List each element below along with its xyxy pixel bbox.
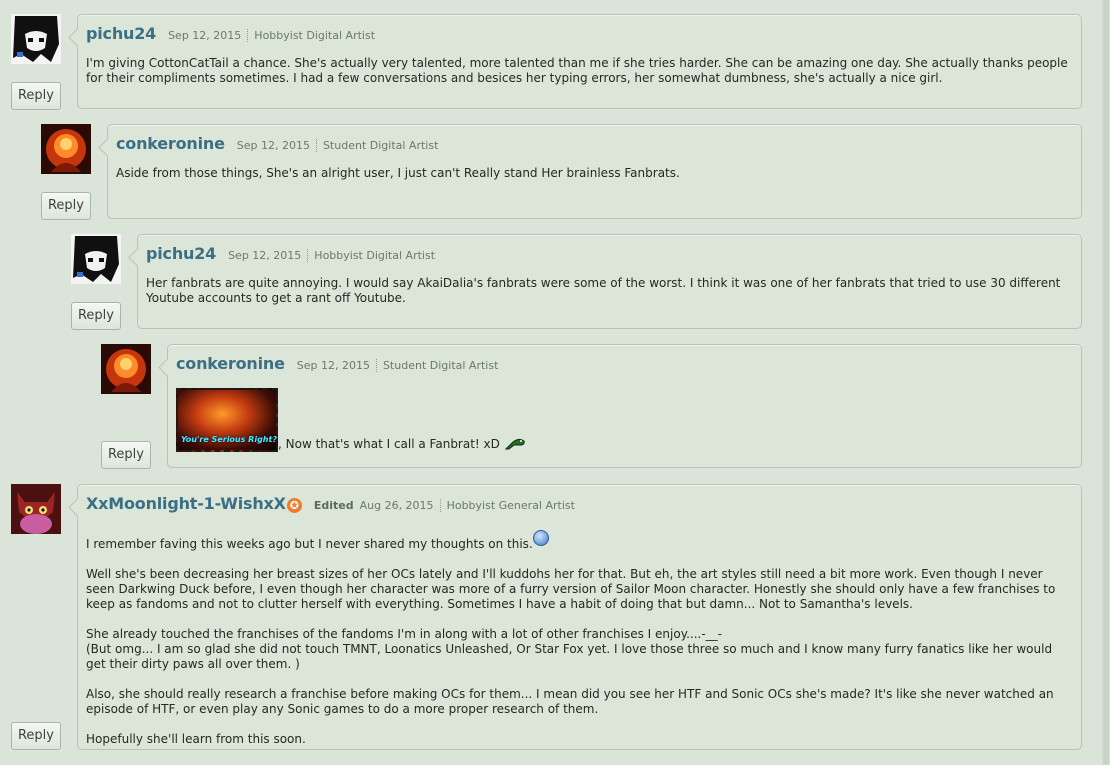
user-role: Hobbyist Digital Artist (307, 249, 435, 262)
emoticon-icon (532, 530, 549, 546)
scrollbar-thumb[interactable] (1103, 0, 1109, 765)
premium-badge-icon: ✪ (286, 498, 302, 513)
username-link[interactable]: pichu24 (146, 244, 216, 263)
comment-thread-item: Reply conkeronine Sep 12, 2015 Student D… (41, 124, 1082, 220)
comment-bubble: XxMoonlight-1-WishxX ✪ Edited Aug 26, 20… (77, 484, 1082, 750)
user-avatar[interactable] (101, 344, 151, 394)
page-scrollbar[interactable] (1102, 0, 1110, 765)
comment-thread-item: Reply XxMoonlight-1-WishxX ✪ Edited Aug … (11, 484, 1082, 752)
comment-date[interactable]: Sep 12, 2015 (297, 359, 370, 372)
comment-bubble: conkeronine Sep 12, 2015 Student Digital… (167, 344, 1082, 468)
comment-paragraph: I remember faving this weeks ago but I n… (86, 530, 1073, 552)
comment-paragraph: Also, she should really research a franc… (86, 687, 1054, 716)
edited-label: Edited (313, 499, 354, 512)
comment-paragraph: Hopefully she'll learn from this soon. (86, 732, 306, 746)
username-link[interactable]: XxMoonlight-1-WishxX (86, 494, 286, 513)
reply-button[interactable]: Reply (41, 192, 91, 220)
user-role: Hobbyist General Artist (439, 499, 575, 512)
comment-date[interactable]: Sep 12, 2015 (168, 29, 241, 42)
comment-body: I remember faving this weeks ago but I n… (86, 530, 1073, 747)
comment-body: Aside from those things, She's an alrigh… (116, 166, 1073, 181)
comment-text: , Now that's what I call a Fanbrat! xD (278, 437, 500, 451)
user-avatar[interactable] (71, 234, 121, 284)
username-link[interactable]: conkeronine (116, 134, 225, 153)
comment-bubble: conkeronine Sep 12, 2015 Student Digital… (107, 124, 1082, 219)
username-link[interactable]: conkeronine (176, 354, 285, 373)
reply-button[interactable]: Reply (71, 302, 121, 330)
comment-date[interactable]: Sep 12, 2015 (228, 249, 301, 262)
comment-text: Aside from those things, She's an alrigh… (116, 166, 680, 180)
comment-paragraph: She already touched the franchises of th… (86, 627, 723, 641)
crocodile-emoticon-icon (504, 438, 525, 450)
embedded-image[interactable]: You're Serious Right? (176, 388, 278, 452)
comment-text: I'm giving CottonCatTail a chance. She's… (86, 56, 1068, 85)
comment-bubble: pichu24 Sep 12, 2015 Hobbyist Digital Ar… (137, 234, 1082, 329)
user-avatar[interactable] (11, 14, 61, 64)
comment-body: I'm giving CottonCatTail a chance. She's… (86, 56, 1073, 86)
user-avatar[interactable] (41, 124, 91, 174)
user-role: Student Digital Artist (375, 359, 498, 372)
comment-thread-item: Reply pichu24 Sep 12, 2015 Hobbyist Digi… (11, 14, 1082, 110)
comment-paragraph: Well she's been decreasing her breast si… (86, 567, 1056, 611)
image-caption: You're Serious Right? (181, 435, 277, 444)
comment-thread-item: Reply conkeronine Sep 12, 2015 Student D… (101, 344, 1082, 470)
username-link[interactable]: pichu24 (86, 24, 156, 43)
comment-bubble: pichu24 Sep 12, 2015 Hobbyist Digital Ar… (77, 14, 1082, 109)
comment-paragraph: (But omg... I am so glad she did not tou… (86, 642, 1053, 671)
reply-button[interactable]: Reply (11, 82, 61, 110)
reply-button[interactable]: Reply (11, 722, 61, 750)
comment-body: Her fanbrats are quite annoying. I would… (146, 276, 1073, 306)
user-avatar[interactable] (11, 484, 61, 534)
comment-date[interactable]: Sep 12, 2015 (237, 139, 310, 152)
user-role: Hobbyist Digital Artist (247, 29, 375, 42)
reply-button[interactable]: Reply (101, 441, 151, 469)
comment-thread-item: Reply pichu24 Sep 12, 2015 Hobbyist Digi… (71, 234, 1082, 330)
comment-body: You're Serious Right? , Now that's what … (176, 388, 1073, 452)
comment-date[interactable]: Aug 26, 2015 (360, 499, 434, 512)
user-role: Student Digital Artist (315, 139, 438, 152)
comment-text: Her fanbrats are quite annoying. I would… (146, 276, 1061, 305)
